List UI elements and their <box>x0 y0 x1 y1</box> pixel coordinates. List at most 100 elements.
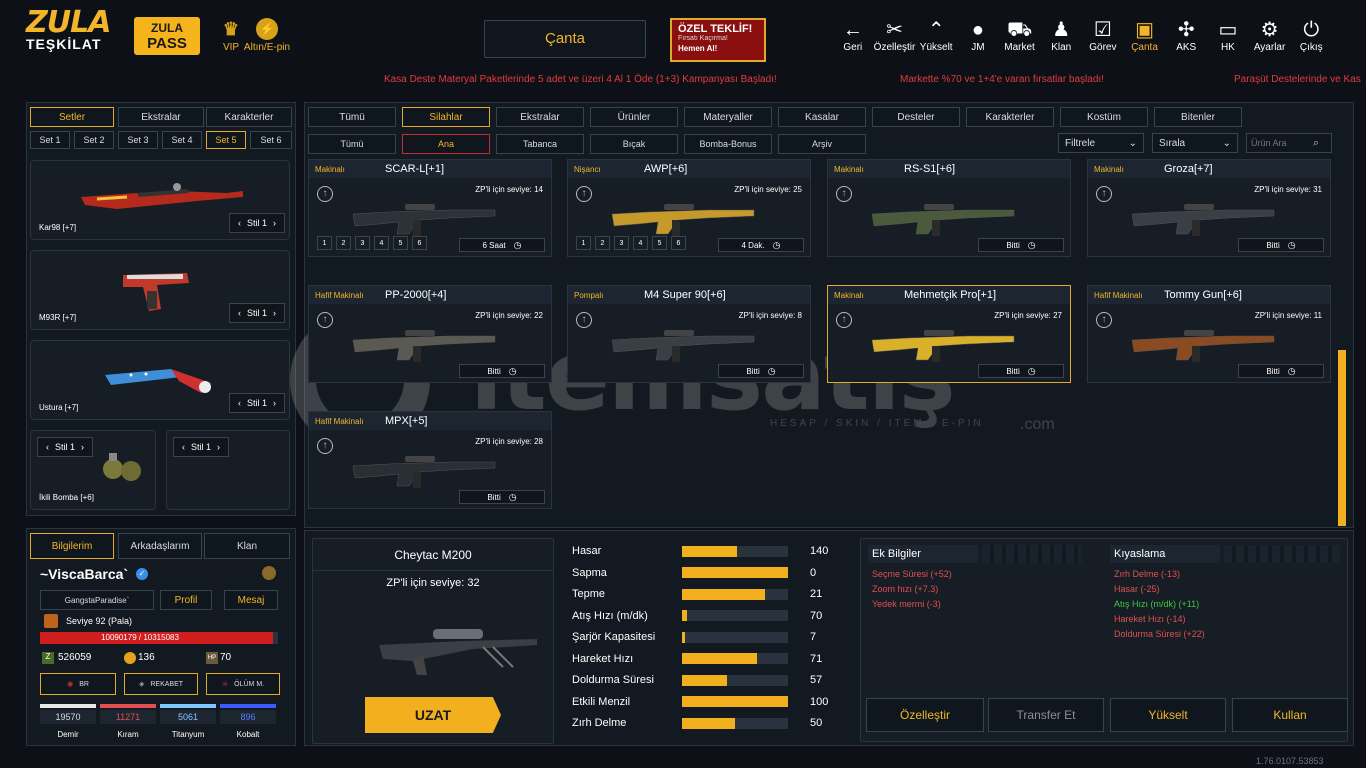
upgrade-arrow-icon[interactable]: ↑ <box>576 312 592 328</box>
tab-setler[interactable]: Setler <box>30 107 114 127</box>
nav-market[interactable]: ⛟ Market <box>999 18 1041 58</box>
upgrade-arrow-icon[interactable]: ↑ <box>317 438 333 454</box>
slot-number[interactable]: 4 <box>374 236 389 250</box>
style-selector[interactable]: ‹ Stil 1 › <box>229 393 285 413</box>
style-selector[interactable]: ‹ Stil 1 › <box>229 213 285 233</box>
slot-secondary[interactable]: M93R [+7] ‹ Stil 1 › <box>30 250 290 330</box>
upgrade-arrow-icon[interactable]: ↑ <box>317 312 333 328</box>
mode-olum-button[interactable]: ☠ ÖLÜM M. <box>206 673 280 695</box>
weapon-card[interactable]: Hafif Makinalı MPX[+5] ↑ ZP'li için seviye:… <box>308 411 552 509</box>
search-box[interactable]: ⌕ <box>1246 133 1332 153</box>
nav-aks[interactable]: ✣ AKS <box>1165 18 1207 58</box>
subfilter-tab[interactable]: Bomba-Bonus <box>684 134 772 154</box>
upgrade-arrow-icon[interactable]: ↑ <box>836 312 852 328</box>
weapon-card[interactable]: Makinalı Groza[+7] ↑ ZP'li için seviye: 31 B… <box>1087 159 1331 257</box>
slot-number[interactable]: 5 <box>393 236 408 250</box>
nav-jm[interactable]: ● JM <box>957 18 999 58</box>
slot-number[interactable]: 2 <box>595 236 610 250</box>
style-selector[interactable]: ‹ Stil 1 › <box>229 303 285 323</box>
slot-number[interactable]: 6 <box>412 236 427 250</box>
upgrade-arrow-icon[interactable]: ↑ <box>1096 312 1112 328</box>
mode-rekabet-button[interactable]: ◈ REKABET <box>124 673 198 695</box>
set-5[interactable]: Set 5 <box>206 131 246 149</box>
sort-dropdown[interactable]: Sırala ⌄ <box>1152 133 1238 153</box>
subfilter-tab[interactable]: Tabanca <box>496 134 584 154</box>
upgrade-arrow-icon[interactable]: ↑ <box>1096 186 1112 202</box>
set-4[interactable]: Set 4 <box>162 131 202 149</box>
filter-tab[interactable]: Bitenler <box>1154 107 1242 127</box>
clan-button[interactable]: GangstaParadise` <box>40 590 154 610</box>
nav-klan[interactable]: ♟ Klan <box>1040 18 1082 58</box>
subfilter-tab[interactable]: Bıçak <box>590 134 678 154</box>
subfilter-tab[interactable]: Ana <box>402 134 490 154</box>
filter-tab[interactable]: Silahlar <box>402 107 490 127</box>
inventory-scrollbar[interactable] <box>1338 350 1346 526</box>
slot-number[interactable]: 4 <box>633 236 648 250</box>
slot-number[interactable]: 1 <box>576 236 591 250</box>
subfilter-tab[interactable]: Tümü <box>308 134 396 154</box>
slot-number[interactable]: 3 <box>355 236 370 250</box>
filter-tab[interactable]: Ekstralar <box>496 107 584 127</box>
message-button[interactable]: Mesaj <box>224 590 278 610</box>
filter-tab[interactable]: Kasalar <box>778 107 866 127</box>
style-selector[interactable]: ‹ Stil 1 › <box>37 437 93 457</box>
filter-dropdown[interactable]: Filtrele ⌄ <box>1058 133 1144 153</box>
set-3[interactable]: Set 3 <box>118 131 158 149</box>
set-2[interactable]: Set 2 <box>74 131 114 149</box>
filter-tab[interactable]: Karakterler <box>966 107 1054 127</box>
slot-melee[interactable]: Ustura [+7] ‹ Stil 1 › <box>30 340 290 420</box>
nav-yukselt[interactable]: ⌃ Yükselt <box>915 18 957 58</box>
vip-button[interactable]: ♛ VIP <box>218 18 244 53</box>
upgrade-arrow-icon[interactable]: ↑ <box>317 186 333 202</box>
tab-bilgilerim[interactable]: Bilgilerim <box>30 533 114 559</box>
style-selector[interactable]: ‹ Stil 1 › <box>173 437 229 457</box>
nav-ozellestir[interactable]: ✂ Özelleştir <box>874 18 916 58</box>
filter-tab[interactable]: Kostüm <box>1060 107 1148 127</box>
filter-tab[interactable]: Ürünler <box>590 107 678 127</box>
slot-number[interactable]: 2 <box>336 236 351 250</box>
slot-grenade[interactable]: ‹ Stil 1 › İkili Bomba [+6] <box>30 430 156 510</box>
customize-button[interactable]: Özelleştir <box>866 698 984 732</box>
upgrade-button[interactable]: Yükselt <box>1110 698 1226 732</box>
use-button[interactable]: Kullan <box>1232 698 1348 732</box>
weapon-card[interactable]: Nişancı AWP[+6] ↑ ZP'li için seviye: 25 1 2 3 4… <box>567 159 811 257</box>
upgrade-arrow-icon[interactable]: ↑ <box>836 186 852 202</box>
weapon-card[interactable]: Makinalı RS-S1[+6] ↑ Bitti ◷ <box>827 159 1071 257</box>
slot-number[interactable]: 5 <box>652 236 667 250</box>
weapon-card[interactable]: Makinalı SCAR-L[+1] ↑ ZP'li için seviye: 14… <box>308 159 552 257</box>
special-offer-banner[interactable]: ÖZEL TEKLİF! Fırsatı Kaçırma! Hemen Al! <box>670 18 766 62</box>
zula-pass-button[interactable]: ZULA PASS <box>134 17 200 55</box>
upgrade-arrow-icon[interactable]: ↑ <box>576 186 592 202</box>
filter-tab[interactable]: Materyaller <box>684 107 772 127</box>
search-input[interactable] <box>1251 138 1313 148</box>
nav-hk[interactable]: ▭ HK <box>1207 18 1249 58</box>
set-6[interactable]: Set 6 <box>250 131 292 149</box>
transfer-button[interactable]: Transfer Et <box>988 698 1104 732</box>
slot-number[interactable]: 3 <box>614 236 629 250</box>
mode-br-button[interactable]: ◉ BR <box>40 673 116 695</box>
epin-button[interactable]: ⚡ Altın/E-pin <box>242 18 292 53</box>
profile-button[interactable]: Profil <box>160 590 212 610</box>
nav-gorev[interactable]: ☑ Görev <box>1082 18 1124 58</box>
tab-karakterler[interactable]: Karakterler <box>206 107 292 127</box>
search-icon[interactable]: ⌕ <box>1313 137 1319 150</box>
nav-cikis[interactable]: ⏻ Çıkış <box>1290 18 1332 58</box>
filter-tab[interactable]: Desteler <box>872 107 960 127</box>
slot-number[interactable]: 1 <box>317 236 332 250</box>
slot-number[interactable]: 6 <box>671 236 686 250</box>
weapon-card[interactable]: Hafif Makinalı PP-2000[+4] ↑ ZP'li için sev… <box>308 285 552 383</box>
weapon-card[interactable]: Hafif Makinalı Tommy Gun[+6] ↑ ZP'li için s… <box>1087 285 1331 383</box>
filter-tab[interactable]: Tümü <box>308 107 396 127</box>
weapon-card[interactable]: Makinalı Mehmetçik Pro[+1] ↑ ZP'li için sev… <box>827 285 1071 383</box>
uzat-button[interactable]: UZAT <box>365 697 501 733</box>
tab-arkadaslarim[interactable]: Arkadaşlarım <box>118 533 202 559</box>
slot-extra[interactable]: ‹ Stil 1 › <box>166 430 290 510</box>
tab-klan[interactable]: Klan <box>204 533 290 559</box>
nav-geri[interactable]: ← Geri <box>832 18 874 58</box>
set-1[interactable]: Set 1 <box>30 131 70 149</box>
tab-ekstralar[interactable]: Ekstralar <box>118 107 204 127</box>
subfilter-tab[interactable]: Arşiv <box>778 134 866 154</box>
nav-canta[interactable]: ▣ Çanta <box>1124 18 1166 58</box>
weapon-card[interactable]: Pompalı M4 Super 90[+6] ↑ ZP'li için seviye… <box>567 285 811 383</box>
slot-primary[interactable]: Kar98 [+7] ‹ Stil 1 › <box>30 160 290 240</box>
